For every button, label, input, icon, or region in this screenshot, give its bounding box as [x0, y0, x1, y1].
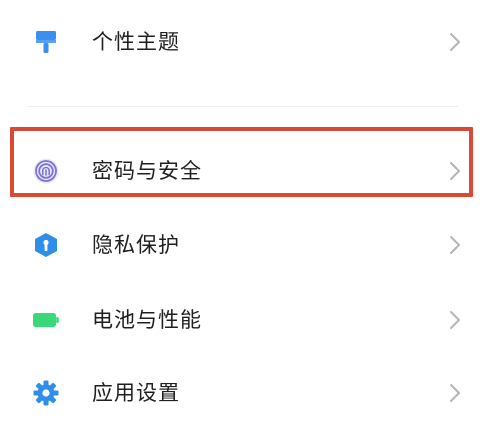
settings-item-label: 应用设置: [92, 381, 180, 405]
settings-item-battery[interactable]: 电池与性能: [0, 292, 486, 348]
settings-item-label: 电池与性能: [92, 308, 202, 332]
chevron-right-icon: [450, 33, 460, 51]
settings-item-theme[interactable]: 个性主题: [0, 14, 486, 70]
settings-item-label: 密码与安全: [92, 159, 202, 183]
section-divider: [28, 106, 458, 107]
privacy-shield-icon: [35, 233, 57, 257]
chevron-right-icon: [450, 384, 460, 402]
theme-brush-icon: [36, 31, 56, 53]
battery-icon: [33, 313, 59, 327]
settings-item-label: 个性主题: [92, 30, 180, 54]
gear-icon: [33, 380, 59, 406]
settings-item-password-security[interactable]: 密码与安全: [0, 143, 486, 199]
fingerprint-icon: [33, 158, 59, 184]
settings-item-label: 隐私保护: [92, 233, 180, 257]
settings-item-privacy[interactable]: 隐私保护: [0, 217, 486, 273]
chevron-right-icon: [450, 236, 460, 254]
settings-item-app-settings[interactable]: 应用设置: [0, 365, 486, 421]
chevron-right-icon: [450, 162, 460, 180]
chevron-right-icon: [450, 311, 460, 329]
